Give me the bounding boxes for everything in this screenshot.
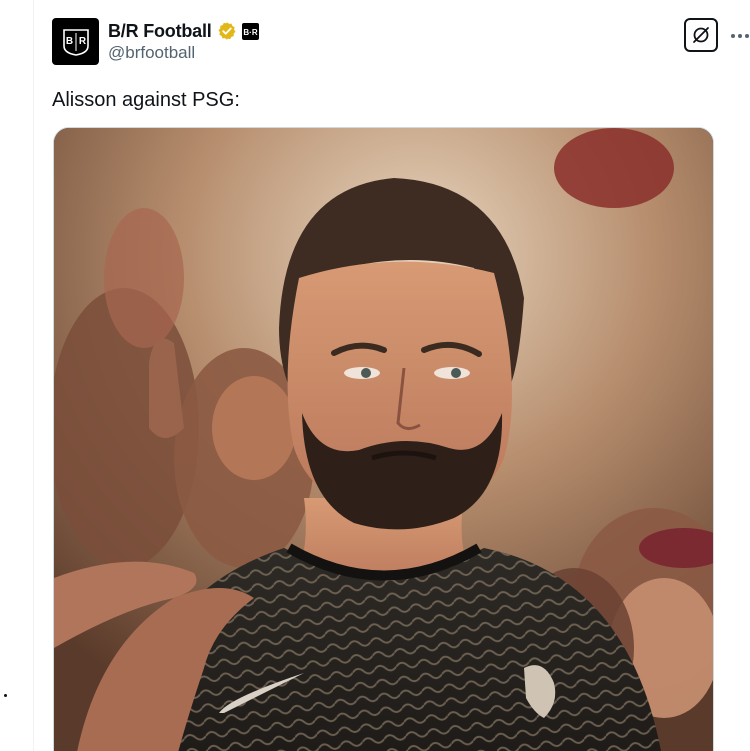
author-handle[interactable]: @brfootball	[108, 43, 259, 63]
grok-button[interactable]	[684, 18, 718, 52]
svg-text:R: R	[78, 36, 86, 47]
br-logo-icon: B R	[62, 28, 89, 56]
display-name[interactable]: B/R Football	[108, 21, 212, 42]
grok-icon	[693, 27, 709, 43]
left-gutter	[0, 0, 34, 751]
page: B R B/R Football B·R @brfootball Alisson…	[0, 0, 750, 751]
author-names: B/R Football B·R @brfootball	[108, 20, 259, 63]
tweet-card[interactable]: B R B/R Football B·R @brfootball Alisson…	[34, 0, 750, 751]
goalkeeper-portrait-image	[54, 128, 713, 751]
tweet-text: Alisson against PSG:	[52, 89, 240, 111]
tweet-photo[interactable]	[53, 127, 714, 751]
affiliate-badge-icon[interactable]: B·R	[241, 22, 259, 40]
verified-badge-icon[interactable]	[217, 21, 237, 41]
more-button[interactable]	[728, 24, 750, 48]
bullet-dot	[4, 694, 7, 697]
display-name-row: B/R Football B·R	[108, 20, 259, 42]
svg-text:B·R: B·R	[243, 28, 257, 37]
tweet-header: B R B/R Football B·R @brfootball	[52, 18, 749, 66]
svg-text:B: B	[65, 36, 72, 47]
avatar[interactable]: B R	[52, 18, 99, 65]
more-icon	[731, 34, 749, 38]
